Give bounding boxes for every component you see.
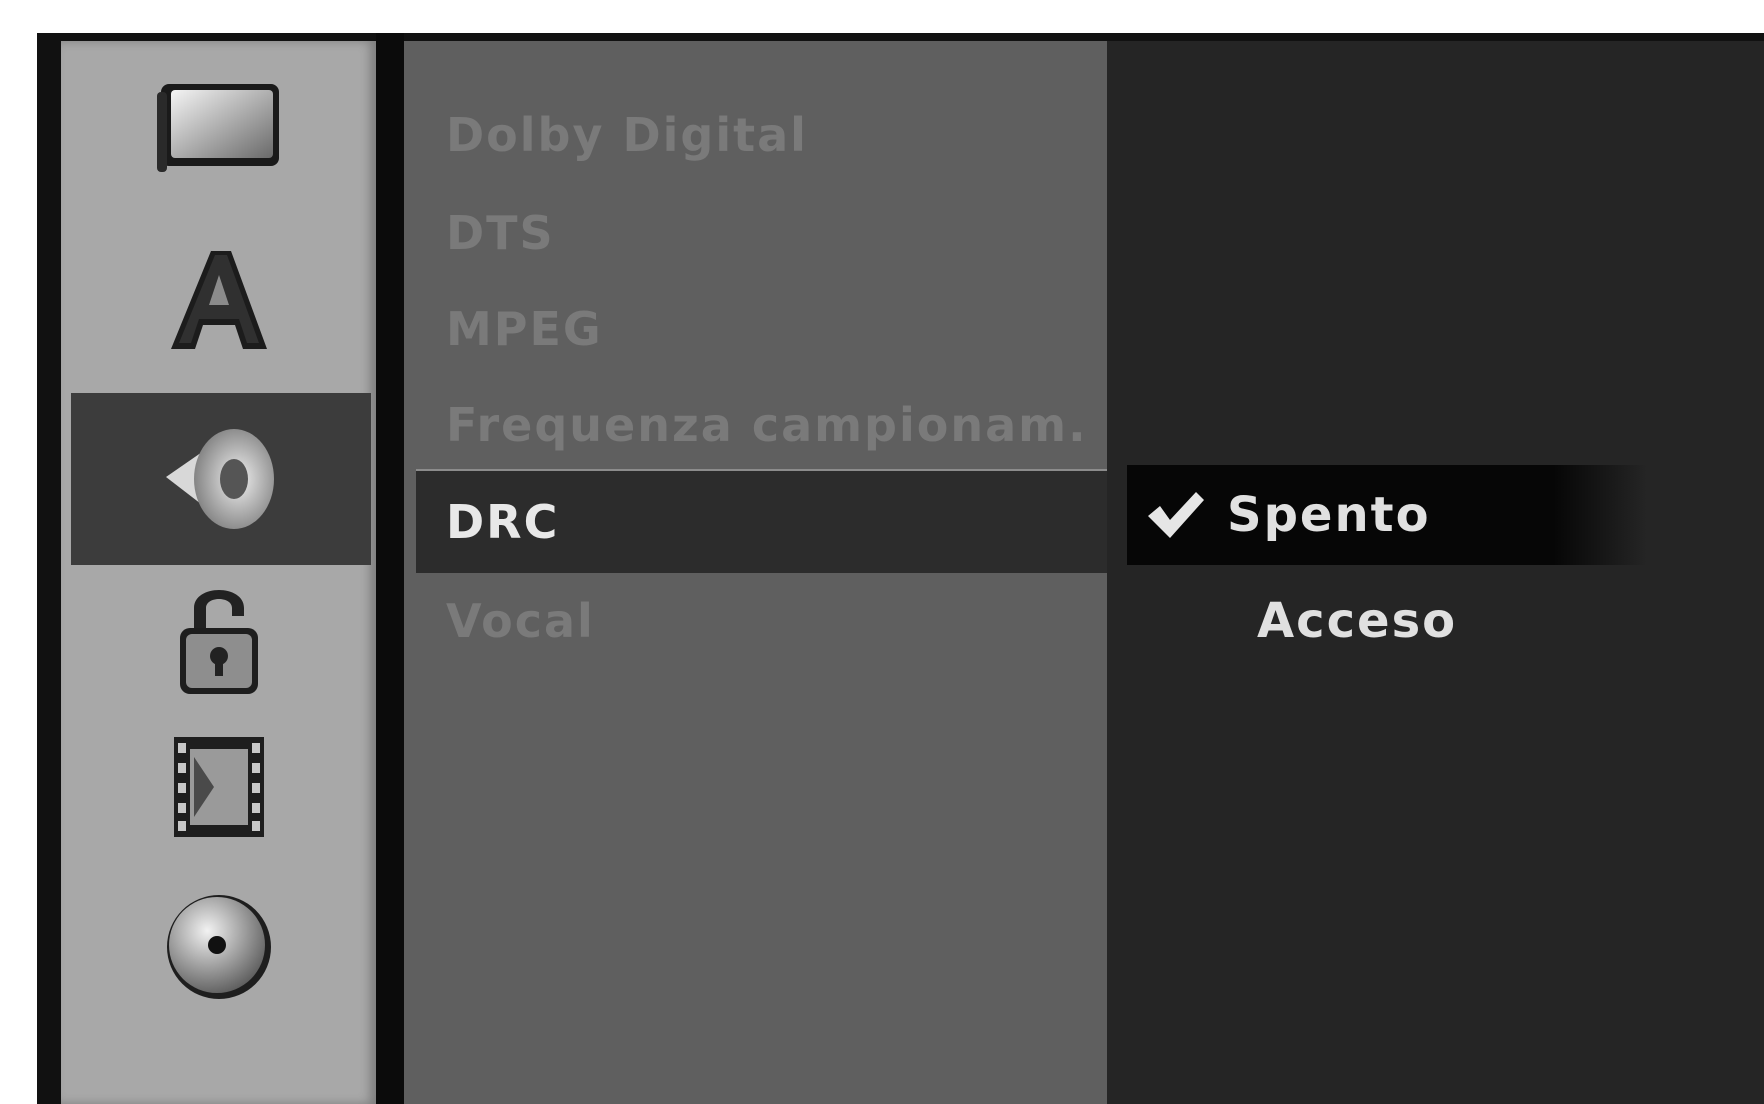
menu-item-label: Vocal (446, 594, 595, 648)
speaker-icon (166, 429, 274, 529)
setup-menu-screen: Dolby Digital DTS MPEG Frequenza campion… (37, 33, 1764, 1104)
checkmark-icon (1137, 465, 1213, 565)
category-film[interactable] (61, 701, 376, 873)
menu-item-drc[interactable]: DRC (416, 469, 1107, 573)
audio-settings-menu: Dolby Digital DTS MPEG Frequenza campion… (404, 41, 1107, 1104)
disc-icon (166, 895, 271, 999)
menu-item-label: Dolby Digital (446, 108, 808, 162)
menu-item-mpeg[interactable]: MPEG (404, 277, 1107, 381)
category-lock[interactable] (61, 551, 376, 723)
lock-icon (179, 590, 258, 694)
category-display[interactable] (61, 41, 376, 213)
category-icon-column (61, 41, 376, 1104)
menu-item-label: DTS (446, 206, 555, 260)
menu-item-dts[interactable]: DTS (404, 181, 1107, 285)
menu-item-dolby-digital[interactable]: Dolby Digital (404, 83, 1107, 187)
option-panel: Spento Acceso (1107, 41, 1764, 1104)
option-acceso[interactable]: Acceso (1257, 571, 1457, 671)
language-icon (170, 251, 267, 349)
menu-item-label: DRC (446, 495, 560, 549)
option-spento[interactable]: Spento (1127, 465, 1647, 565)
column-divider (376, 33, 404, 1104)
menu-item-vocal[interactable]: Vocal (404, 569, 1107, 673)
category-disc[interactable] (61, 861, 376, 1033)
category-language[interactable] (61, 213, 376, 385)
menu-item-sample-frequency[interactable]: Frequenza campionam. (404, 373, 1107, 477)
category-audio[interactable] (71, 393, 371, 565)
display-icon (156, 84, 279, 172)
option-label: Spento (1227, 487, 1431, 543)
option-label: Acceso (1257, 593, 1458, 649)
film-icon (173, 737, 264, 837)
menu-item-label: Frequenza campionam. (446, 398, 1088, 452)
menu-item-label: MPEG (446, 302, 603, 356)
